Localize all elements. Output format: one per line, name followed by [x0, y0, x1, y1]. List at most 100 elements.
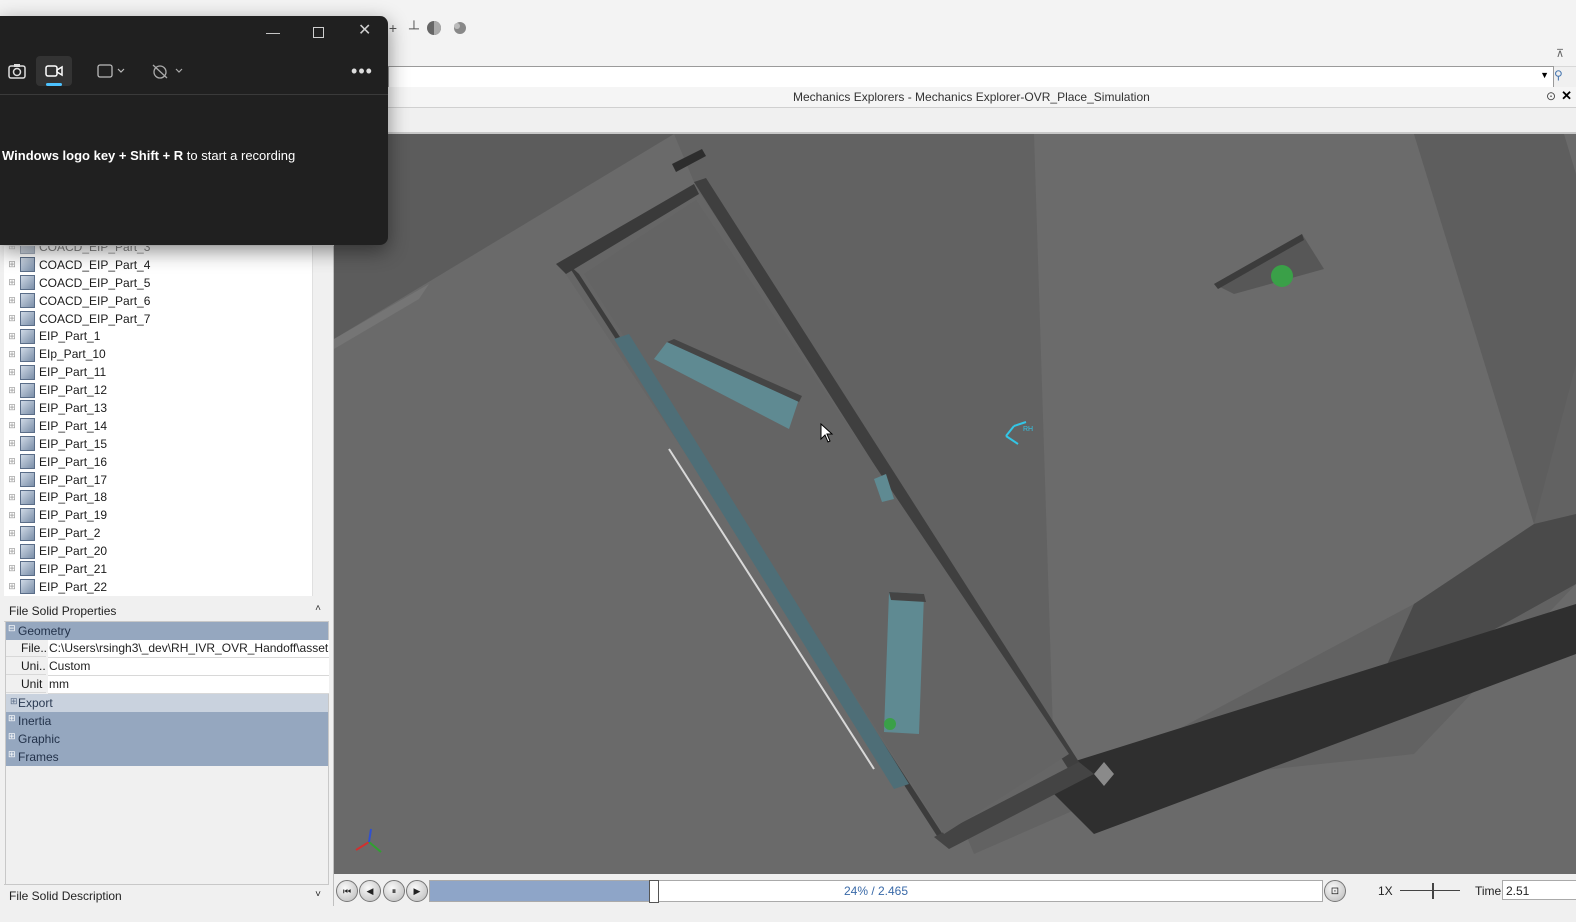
tree-item[interactable]: ⊞ EIP_Part_12	[4, 381, 312, 399]
properties-header[interactable]: File Solid Properties ˄	[4, 601, 326, 622]
expand-node-icon[interactable]: ⊞	[7, 259, 17, 270]
tree-item-label: EIP_Part_2	[39, 526, 101, 541]
pause-button[interactable]: ⏸	[383, 880, 405, 902]
tree-item[interactable]: ⊞ COACD_EIP_Part_7	[4, 310, 312, 328]
video-icon[interactable]	[36, 56, 72, 86]
tree-item[interactable]: ⊞ COACD_EIP_Part_6	[4, 292, 312, 310]
hint-shortcut: Windows logo key + Shift + R	[2, 148, 184, 163]
tree-item[interactable]: ⊞ EIP_Part_14	[4, 417, 312, 435]
category-geometry[interactable]: ⊟ Geometry	[6, 622, 328, 640]
expand-icon[interactable]: ˅	[315, 889, 321, 900]
tree-item[interactable]: ⊞ EIP_Part_18	[4, 488, 312, 506]
expand-inertia-icon[interactable]: ⊞	[8, 714, 16, 723]
expand-node-icon[interactable]: ⊞	[7, 385, 17, 395]
step-back-button[interactable]: ◀	[359, 880, 381, 902]
tree-item[interactable]: ⊞ EIP_Part_2	[4, 524, 312, 542]
maximize-button[interactable]	[313, 27, 324, 38]
tree-item[interactable]: ⊞ COACD_EIP_Part_4	[4, 256, 312, 274]
expand-node-icon[interactable]: ⊞	[7, 546, 17, 556]
property-key: Unit	[6, 676, 46, 693]
expand-node-icon[interactable]: ⊞	[7, 438, 17, 449]
rewind-start-button[interactable]: ⏮	[336, 880, 358, 902]
property-value[interactable]: Custom	[48, 658, 329, 676]
category-graphic[interactable]: ⊞ Graphic	[6, 730, 328, 748]
tree-item[interactable]: ⊞ EIP_Part_13	[4, 399, 312, 417]
expand-node-icon[interactable]: ⊞	[7, 349, 17, 359]
expand-node-icon[interactable]: ⊞	[7, 420, 17, 431]
property-value[interactable]: mm	[48, 676, 329, 694]
file-solid-icon	[20, 525, 35, 541]
property-value[interactable]: C:\Users\rsingh3\_dev\RH_IVR_OVR_Handoff…	[48, 640, 329, 658]
loop-button[interactable]: ⊡	[1324, 880, 1346, 902]
tree-item[interactable]: ⊞ COACD_EIP_Part_3	[4, 246, 312, 256]
category-frames[interactable]: ⊞ Frames	[6, 748, 328, 766]
time-field[interactable]: 2.51	[1502, 880, 1576, 900]
svg-text:RH: RH	[1023, 426, 1033, 433]
property-row-units[interactable]: Uni... Custom	[6, 658, 329, 676]
tree-item[interactable]: ⊞ EIP_Part_20	[4, 542, 312, 560]
expand-graphic-icon[interactable]: ⊞	[8, 732, 16, 741]
address-bar[interactable]: ▼	[388, 66, 1554, 88]
more-options-icon[interactable]: •••	[348, 56, 376, 86]
expand-node-icon[interactable]: ⊞	[7, 563, 17, 574]
model-tree: ⊞ COACD_EIP_Part_3 ⊞ COACD_EIP_Part_4 ⊞ COACD…	[4, 246, 312, 596]
expand-node-icon[interactable]: ⊞	[7, 277, 17, 288]
property-row-file[interactable]: File... C:\Users\rsingh3\_dev\RH_IVR_OVR…	[6, 640, 329, 658]
collapse-icon[interactable]: ˄	[315, 603, 321, 614]
tree-item-label: COACD_EIP_Part_4	[39, 257, 151, 272]
3d-viewport[interactable]: RH	[334, 134, 1576, 874]
speed-slider[interactable]	[1400, 890, 1460, 891]
property-row-unit[interactable]: Unit mm	[6, 676, 329, 694]
speed-slider-thumb[interactable]	[1432, 883, 1434, 899]
tree-item[interactable]: ⊞ EIp_Part_10	[4, 345, 312, 363]
snip-mode-dropdown[interactable]	[94, 56, 130, 86]
tree-item[interactable]: ⊞ COACD_EIP_Part_5	[4, 274, 312, 292]
expand-export-icon[interactable]: ⊞	[10, 696, 18, 707]
tree-item[interactable]: ⊞ EIP_Part_16	[4, 453, 312, 471]
expand-node-icon[interactable]: ⊞	[7, 402, 17, 413]
category-export[interactable]: ⊞ Export	[6, 694, 328, 712]
tree-item[interactable]: ⊞ EIP_Part_11	[4, 363, 312, 381]
pin-document-icon[interactable]: ⊙	[1546, 89, 1556, 103]
expand-node-icon[interactable]: ⊞	[7, 528, 17, 538]
file-solid-icon	[20, 275, 35, 291]
render-icon[interactable]	[450, 19, 468, 37]
expand-frames-icon[interactable]: ⊞	[8, 750, 16, 759]
expand-node-icon[interactable]: ⊞	[7, 331, 17, 341]
sphere-icon[interactable]	[425, 19, 443, 37]
expand-node-icon[interactable]: ⊞	[7, 246, 17, 252]
minimize-button[interactable]: —	[266, 24, 280, 40]
pin-icon[interactable]: ⊼	[1556, 47, 1564, 60]
description-header[interactable]: File Solid Description ˅	[4, 884, 326, 907]
expand-node-icon[interactable]: ⊞	[7, 295, 17, 306]
tree-item[interactable]: ⊞ EIP_Part_17	[4, 471, 312, 489]
expand-node-icon[interactable]: ⊞	[7, 510, 17, 520]
expand-node-icon[interactable]: ⊞	[7, 456, 17, 467]
close-button[interactable]: ✕	[358, 20, 371, 40]
expand-node-icon[interactable]: ⊞	[7, 313, 17, 324]
expand-node-icon[interactable]: ⊞	[7, 492, 17, 502]
timer-dropdown-icon[interactable]	[150, 56, 186, 86]
property-key: Uni...	[6, 658, 46, 675]
camera-icon[interactable]	[5, 56, 29, 86]
axis-icon[interactable]: ┴	[405, 19, 423, 37]
collapse-geometry-icon[interactable]: ⊟	[8, 624, 16, 633]
expand-node-icon[interactable]: ⊞	[7, 581, 17, 592]
category-inertia[interactable]: ⊞ Inertia	[6, 712, 328, 730]
tree-item[interactable]: ⊞ EIP_Part_21	[4, 560, 312, 578]
tree-scrollbar[interactable]	[312, 246, 330, 596]
expand-node-icon[interactable]: ⊞	[7, 367, 17, 377]
tree-item[interactable]: ⊞ EIP_Part_15	[4, 435, 312, 453]
file-solid-icon	[20, 472, 35, 488]
tree-item[interactable]: ⊞ EIP_Part_22	[4, 578, 312, 596]
playback-progress-bar[interactable]: 24% / 2.465	[429, 880, 1323, 903]
step-forward-button[interactable]: ▶	[406, 880, 428, 902]
file-solid-icon	[20, 418, 35, 434]
tree-item-label: EIP_Part_18	[39, 490, 108, 505]
tree-item[interactable]: ⊞ EIP_Part_1	[4, 327, 312, 345]
tree-item[interactable]: ⊞ EIP_Part_19	[4, 506, 312, 524]
chevron-down-icon[interactable]: ▼	[1540, 70, 1549, 80]
search-icon[interactable]: ⚲	[1554, 68, 1570, 84]
expand-node-icon[interactable]: ⊞	[7, 474, 17, 485]
close-document-icon[interactable]: ✕	[1561, 88, 1572, 104]
